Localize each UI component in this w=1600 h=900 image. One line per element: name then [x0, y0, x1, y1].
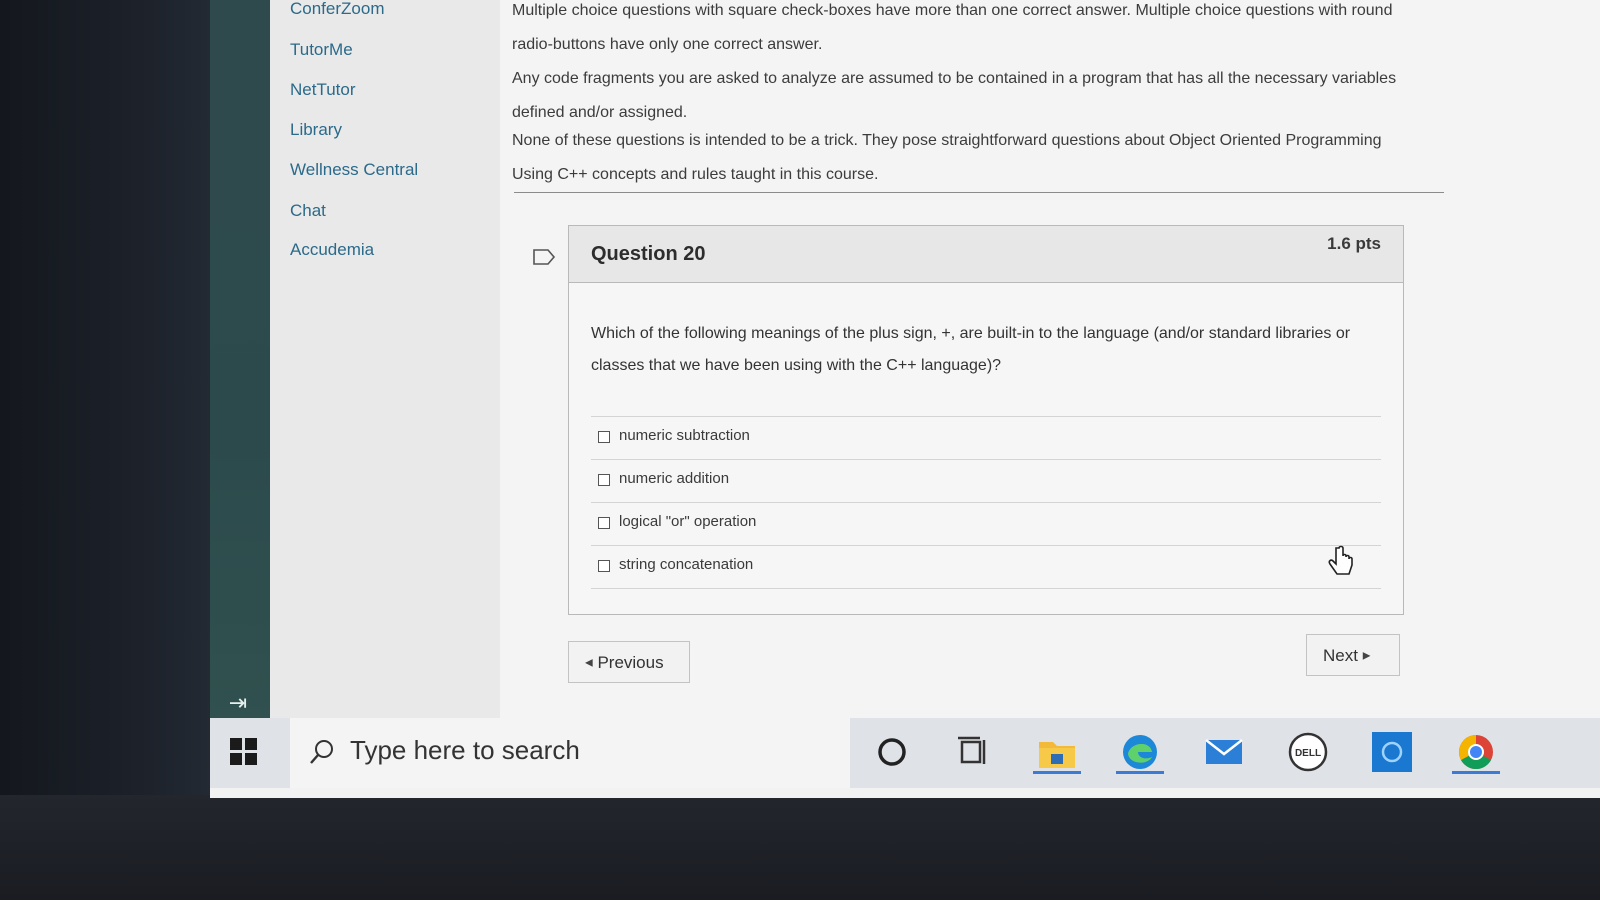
instructions-paragraph: Multiple choice questions with square ch…	[512, 2, 1393, 53]
hand-cursor-icon	[1325, 545, 1355, 581]
app-icon[interactable]	[1368, 728, 1416, 776]
windows-taskbar: Type here to search DELL	[210, 718, 1600, 788]
answer-checkbox[interactable]	[598, 474, 610, 486]
search-placeholder: Type here to search	[350, 735, 580, 765]
flag-question-icon[interactable]	[532, 248, 556, 266]
course-navigation: ConferZoom TutorMe NetTutor Library Well…	[270, 0, 500, 722]
question-text: Which of the following meanings of the p…	[591, 325, 1351, 374]
nav-item-library[interactable]: Library	[290, 120, 342, 140]
question-header: Question 20 1.6 pts	[569, 226, 1403, 283]
answer-option[interactable]: numeric subtraction	[591, 417, 1381, 460]
nav-item-tutorme[interactable]: TutorMe	[290, 40, 353, 60]
instructions-paragraph: None of these questions is intended to b…	[512, 132, 1382, 183]
answer-label: logical "or" operation	[619, 513, 757, 530]
active-indicator	[1033, 771, 1081, 774]
search-icon	[310, 740, 333, 764]
task-view-icon[interactable]	[950, 728, 998, 776]
taskbar-search[interactable]: Type here to search	[290, 718, 850, 788]
dell-logo-text: DELL	[1295, 748, 1321, 759]
screen: ⇥ ConferZoom TutorMe NetTutor Library We…	[210, 0, 1600, 798]
dell-icon[interactable]: DELL	[1284, 728, 1332, 776]
nav-item-conferzoom[interactable]: ConferZoom	[290, 0, 384, 19]
answer-checkbox[interactable]	[598, 431, 610, 443]
previous-arrow-icon: ◀	[585, 657, 593, 669]
answer-checkbox[interactable]	[598, 560, 610, 572]
file-explorer-icon[interactable]	[1033, 728, 1081, 776]
monitor-bezel-bottom	[0, 795, 1600, 900]
quiz-content: Multiple choice questions with square ch…	[500, 0, 1600, 722]
global-navigation: ⇥	[210, 0, 270, 722]
nav-item-wellness-central[interactable]: Wellness Central	[290, 160, 418, 180]
previous-button[interactable]: ◀ Previous	[568, 641, 690, 683]
instructions-paragraph: Any code fragments you are asked to anal…	[512, 70, 1397, 121]
next-arrow-icon: ▶	[1362, 650, 1371, 662]
edge-icon[interactable]	[1116, 728, 1164, 776]
previous-button-label: Previous	[597, 653, 664, 672]
question-points: 1.6 pts	[1327, 234, 1381, 253]
active-indicator	[1116, 771, 1164, 774]
answer-option[interactable]: logical "or" operation	[591, 503, 1381, 546]
answer-label: numeric subtraction	[619, 427, 750, 444]
windows-start-icon[interactable]	[230, 738, 258, 766]
answer-list: numeric subtraction numeric addition log…	[591, 416, 1381, 589]
next-button[interactable]: Next ▶	[1306, 634, 1400, 676]
question-title: Question 20	[591, 243, 706, 265]
chrome-icon[interactable]	[1452, 728, 1500, 776]
answer-checkbox[interactable]	[598, 517, 610, 529]
answer-label: numeric addition	[619, 470, 730, 487]
answer-option[interactable]: string concatenation	[591, 546, 1381, 589]
answer-label: string concatenation	[619, 556, 754, 573]
nav-item-nettutor[interactable]: NetTutor	[290, 80, 356, 100]
question-card: Question 20 1.6 pts Which of the followi…	[568, 225, 1404, 615]
collapse-nav-icon[interactable]: ⇥	[220, 690, 256, 716]
nav-item-chat[interactable]: Chat	[290, 201, 326, 221]
cortana-icon[interactable]	[868, 728, 916, 776]
monitor-bezel-left	[0, 0, 212, 900]
active-indicator	[1452, 771, 1500, 774]
next-button-label: Next	[1323, 646, 1358, 665]
nav-item-accudemia[interactable]: Accudemia	[290, 240, 374, 260]
answer-option[interactable]: numeric addition	[591, 460, 1381, 503]
divider	[514, 192, 1444, 193]
mail-icon[interactable]	[1200, 728, 1248, 776]
